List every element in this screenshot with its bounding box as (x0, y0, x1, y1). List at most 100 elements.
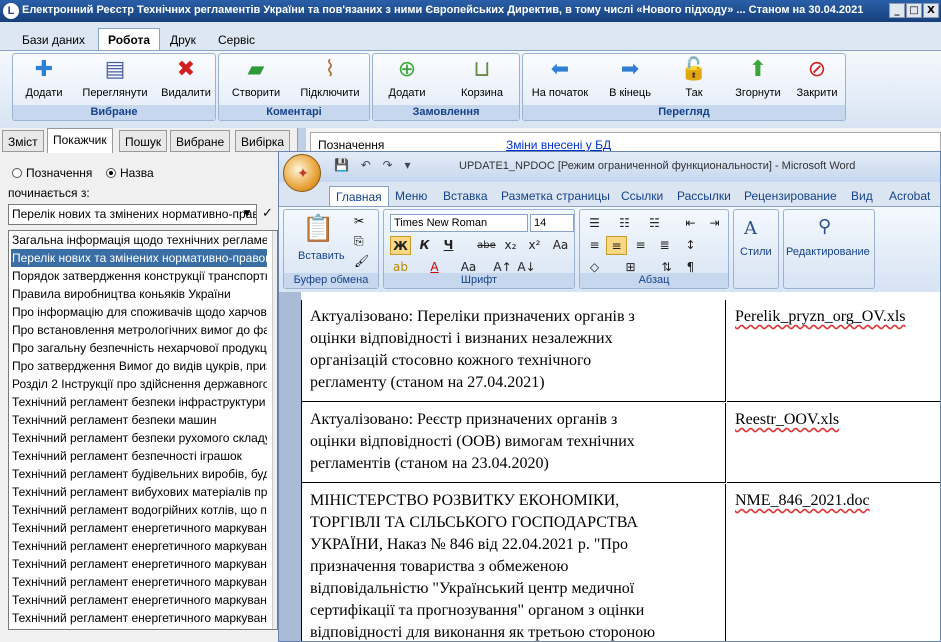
list-item[interactable]: Про встановлення метрологічних вимог до … (11, 321, 267, 339)
list-item[interactable]: Технічний регламент енергетичного маркув… (11, 591, 267, 609)
list-item[interactable]: Про затвердження Вимог до видів цукрів, … (11, 357, 267, 375)
list-item[interactable]: Технічний регламент безпечності іграшок (11, 447, 267, 465)
list-item[interactable]: Технічний регламент енергетичного маркув… (11, 555, 267, 573)
list-item[interactable]: Технічний регламент безпеки рухомого скл… (11, 429, 267, 447)
list-item[interactable]: Технічний регламент енергетичного маркув… (11, 573, 267, 591)
word-tab-mailings[interactable]: Рассылки (671, 186, 737, 206)
line-spacing-icon[interactable]: ↕ (680, 236, 701, 255)
word-tab-review[interactable]: Рецензирование (738, 186, 843, 206)
strike-button[interactable]: abe (476, 236, 497, 255)
list-item[interactable]: Технічний регламент безпеки інфраструкту… (11, 393, 267, 411)
office-button[interactable]: ✦ (283, 154, 321, 192)
word-tab-layout[interactable]: Разметка страницы (495, 186, 616, 206)
font-name-select[interactable]: Times New Roman (390, 214, 528, 232)
tab-favorites[interactable]: Вибране (170, 130, 231, 152)
list-item[interactable]: Технічний регламент енергетичного маркув… (11, 537, 267, 555)
multilevel-list-icon[interactable]: ☵ (644, 214, 665, 233)
increase-indent-icon[interactable]: ⇥ (704, 214, 725, 233)
font-size-select[interactable]: 14 (530, 214, 574, 232)
quick-access-toolbar[interactable]: 💾 ↶ ↷ ▾ (334, 158, 415, 172)
list-item[interactable]: Технічний регламент енергетичного маркув… (11, 609, 267, 627)
tab-contents[interactable]: Зміст (2, 130, 44, 152)
paste-icon[interactable]: 📋 (302, 214, 334, 244)
chevron-down-icon[interactable]: ▼ (240, 207, 254, 222)
list-item[interactable]: Про інформацію для споживачів щодо харчо… (11, 303, 267, 321)
editing-button[interactable]: Редактирование (786, 246, 870, 258)
word-tab-insert[interactable]: Вставка (437, 186, 494, 206)
go-start-button[interactable]: ⬅ На початок (525, 56, 595, 106)
order-add-button[interactable]: ⊕ Додати (377, 56, 437, 106)
list-item[interactable]: Про загальну безпечність нехарчової прод… (11, 339, 267, 357)
tab-work[interactable]: Робота (98, 28, 161, 50)
word-tab-menu[interactable]: Меню (389, 186, 433, 206)
tab-databases[interactable]: Бази даних (12, 28, 95, 50)
close-view-button[interactable]: ⊘ Закрити (789, 56, 845, 106)
list-item[interactable]: Загальна інформація щодо технічних регла… (11, 231, 267, 249)
superscript-button[interactable]: x² (524, 236, 545, 255)
changes-link[interactable]: Зміни внесені у БД (506, 138, 611, 152)
list-item[interactable]: Перелік нових та змінених нормативно-пра… (11, 249, 267, 267)
justify-icon[interactable]: ≣ (654, 236, 675, 255)
restore-button[interactable]: □ (906, 3, 922, 18)
list-item[interactable]: Технічний регламент водогрійних котлів, … (11, 501, 267, 519)
go-end-button[interactable]: ➡ В кінець (599, 56, 661, 106)
group-title: Шрифт (384, 273, 574, 288)
align-right-icon[interactable]: ≡ (630, 236, 651, 255)
list-item[interactable]: Технічний регламент будівельних виробів,… (11, 465, 267, 483)
bullets-icon[interactable]: ☰ (584, 214, 605, 233)
arrow-left-icon: ⬅ (550, 57, 570, 82)
list-item[interactable]: Розділ 2 Інструкції про здійснення держа… (11, 375, 267, 393)
lock-yes-button[interactable]: 🔓 Так (665, 56, 723, 106)
favorites-add-button[interactable]: ✚ Додати (19, 56, 69, 106)
filter-select[interactable]: Перелік нових та змінених нормативно-пра… (8, 204, 257, 225)
radio-designation[interactable]: Позначення (12, 166, 92, 180)
file-name[interactable]: NME_846_2021.doc (735, 490, 870, 512)
comment-create-button[interactable]: ▰ Створити (223, 56, 289, 106)
word-tab-acrobat[interactable]: Acrobat (883, 186, 936, 206)
format-painter-icon[interactable]: 🖌 (354, 254, 369, 268)
tab-search[interactable]: Пошук (119, 130, 168, 152)
list-item[interactable]: Технічний регламент енергетичного маркув… (11, 519, 267, 537)
tab-index[interactable]: Покажчик (47, 128, 113, 153)
tab-print[interactable]: Друк (160, 28, 206, 50)
align-center-icon[interactable]: ≡ (606, 236, 627, 255)
basket-button[interactable]: ⊔ Корзина (449, 56, 515, 106)
document-page[interactable]: Актуалізовано: Переліки призначених орга… (301, 292, 940, 641)
list-item[interactable]: Технічний регламент безпеки машин (11, 411, 267, 429)
file-name[interactable]: Perelik_pryzn_org_OV.xls (735, 306, 906, 328)
document-list[interactable]: Загальна інформація щодо технічних регла… (8, 230, 278, 630)
decrease-indent-icon[interactable]: ⇤ (680, 214, 701, 233)
radio-name[interactable]: Назва (106, 166, 154, 180)
tab-service[interactable]: Сервіс (208, 28, 265, 50)
list-item[interactable]: Порядок затвердження конструкції транспо… (11, 267, 267, 285)
word-tab-references[interactable]: Ссылки (615, 186, 669, 206)
cut-icon[interactable]: ✂ (354, 214, 364, 228)
styles-button[interactable]: Стили (740, 246, 772, 258)
close-button[interactable]: X (923, 3, 939, 18)
arrow-right-icon: ➡ (620, 57, 640, 82)
align-left-icon[interactable]: ≡ (584, 236, 605, 255)
comment-attach-button[interactable]: ⌇ Підключити (293, 56, 367, 106)
numbering-icon[interactable]: ☷ (614, 214, 635, 233)
clear-format-icon[interactable]: Aa (550, 236, 571, 255)
tab-selection[interactable]: Вибірка (235, 130, 291, 152)
italic-button[interactable]: К (414, 236, 435, 255)
check-icon[interactable]: ✓ (262, 206, 273, 221)
styles-icon[interactable]: A (744, 218, 757, 239)
subscript-button[interactable]: x₂ (500, 236, 521, 255)
paste-button[interactable]: Вставить (298, 250, 345, 262)
underline-button[interactable]: Ч (438, 236, 459, 255)
favorites-view-button[interactable]: ▤ Переглянути (75, 56, 155, 106)
cell-text-line: Актуалізовано: Реєстр призначених органі… (310, 411, 618, 428)
bold-button[interactable]: Ж (390, 236, 411, 255)
list-item[interactable]: Технічний регламент вибухових матеріалів… (11, 483, 267, 501)
word-tab-view[interactable]: Вид (845, 186, 879, 206)
list-item[interactable]: Правила виробництва коньяків України (11, 285, 267, 303)
minimize-button[interactable]: _ (889, 3, 905, 18)
collapse-button[interactable]: ⬆ Згорнути (727, 56, 789, 106)
favorites-delete-button[interactable]: ✖ Видалити (159, 56, 213, 106)
binoculars-icon[interactable]: ⚲ (818, 216, 831, 237)
copy-icon[interactable]: ⎘ (354, 234, 364, 249)
file-name[interactable]: Reestr_OOV.xls (735, 409, 839, 431)
word-tab-home[interactable]: Главная (329, 186, 389, 206)
